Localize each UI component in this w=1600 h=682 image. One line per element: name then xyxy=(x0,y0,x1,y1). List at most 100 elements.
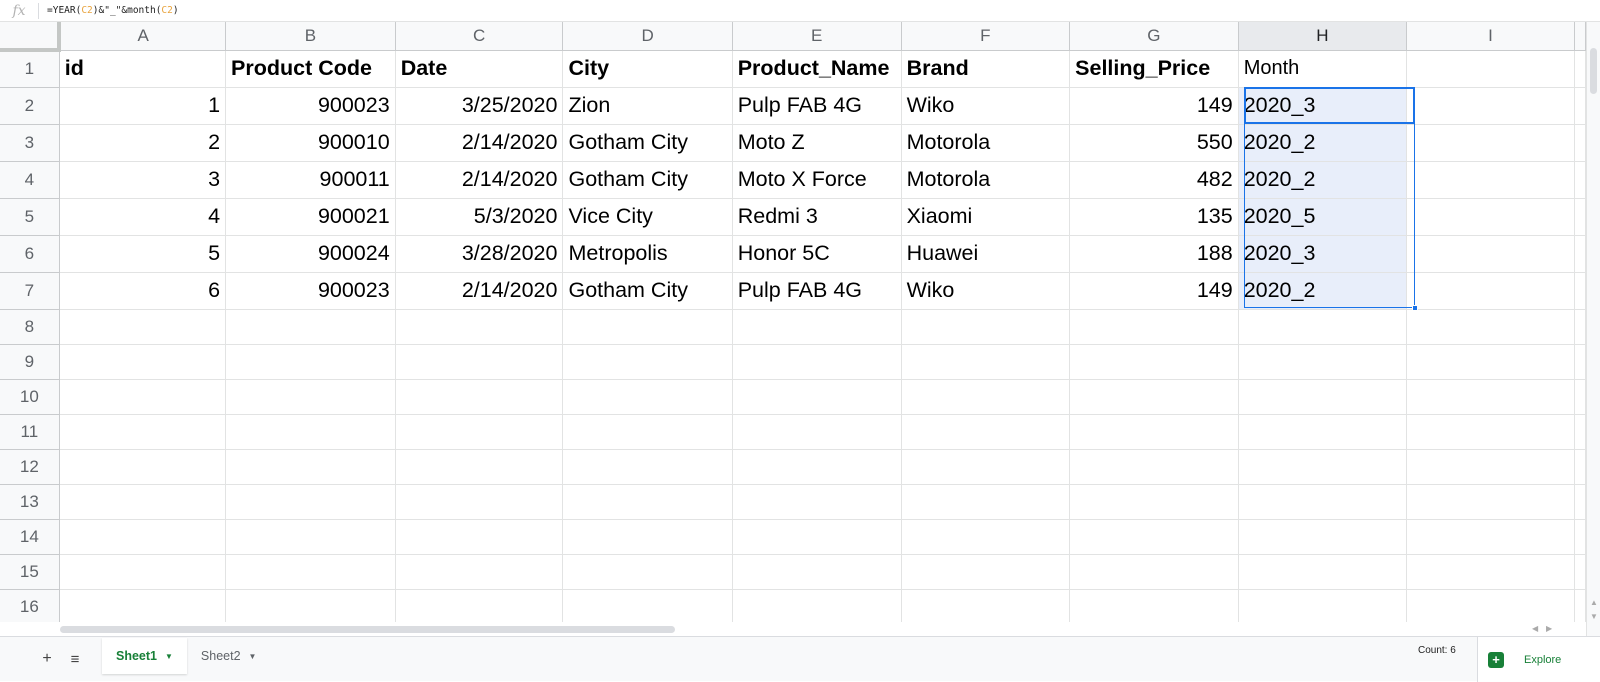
caret-down-icon[interactable]: ▼ xyxy=(165,652,173,661)
grid-cell[interactable] xyxy=(1069,309,1239,345)
row-header[interactable]: 11 xyxy=(0,414,60,450)
grid-cell[interactable] xyxy=(1574,309,1586,345)
grid-cell[interactable]: 550 xyxy=(1069,124,1239,162)
grid-cell[interactable] xyxy=(225,344,396,380)
grid-cell[interactable] xyxy=(59,449,227,485)
header-cell[interactable]: Selling_Price xyxy=(1069,50,1239,88)
grid-cell[interactable] xyxy=(1238,344,1408,380)
grid-cell[interactable] xyxy=(901,554,1071,590)
grid-cell[interactable]: 6 xyxy=(59,272,227,310)
grid-cell[interactable]: Motorola xyxy=(901,161,1071,199)
row-header[interactable]: 4 xyxy=(0,161,60,199)
grid-cell[interactable]: Pulp FAB 4G xyxy=(732,272,902,310)
grid-cell[interactable] xyxy=(1406,554,1575,590)
header-cell[interactable]: Brand xyxy=(901,50,1071,88)
grid-cell[interactable] xyxy=(1406,198,1575,236)
row-header[interactable]: 6 xyxy=(0,235,60,273)
grid-cell[interactable] xyxy=(59,589,227,625)
grid-cell[interactable]: Wiko xyxy=(901,87,1071,125)
grid-cell[interactable] xyxy=(562,589,733,625)
grid-cell[interactable] xyxy=(1238,589,1408,625)
column-header-d[interactable]: D xyxy=(562,22,733,51)
grid-cell[interactable]: 2020_5 xyxy=(1238,198,1408,236)
grid-cell[interactable] xyxy=(901,414,1071,450)
grid-cell[interactable] xyxy=(732,589,902,625)
grid-cell[interactable] xyxy=(732,484,902,520)
grid-cell[interactable] xyxy=(59,414,227,450)
grid-cell[interactable] xyxy=(1069,484,1239,520)
grid-cell[interactable] xyxy=(1574,50,1586,88)
add-sheet-button[interactable]: + xyxy=(32,650,62,668)
grid-cell[interactable] xyxy=(225,519,396,555)
grid-cell[interactable]: 188 xyxy=(1069,235,1239,273)
header-cell[interactable]: City xyxy=(562,50,733,88)
grid-cell[interactable] xyxy=(59,554,227,590)
grid-cell[interactable]: 1 xyxy=(59,87,227,125)
row-header[interactable]: 10 xyxy=(0,379,60,415)
grid-cell[interactable]: Zion xyxy=(562,87,733,125)
grid-cell[interactable] xyxy=(1406,235,1575,273)
grid-cell[interactable] xyxy=(1069,554,1239,590)
grid-cell[interactable] xyxy=(1406,124,1575,162)
grid-cell[interactable]: 900010 xyxy=(225,124,396,162)
grid-cell[interactable]: Moto X Force xyxy=(732,161,902,199)
grid-cell[interactable] xyxy=(225,309,396,345)
grid-cell[interactable] xyxy=(395,309,564,345)
grid-cell[interactable]: Gotham City xyxy=(562,161,733,199)
select-all-corner[interactable] xyxy=(0,22,62,52)
grid-cell[interactable] xyxy=(1406,484,1575,520)
grid-cell[interactable]: 3/25/2020 xyxy=(395,87,564,125)
grid-cell[interactable] xyxy=(562,309,733,345)
grid-cell[interactable] xyxy=(1238,484,1408,520)
grid-cell[interactable] xyxy=(225,449,396,485)
grid-cell[interactable]: 2/14/2020 xyxy=(395,272,564,310)
grid-cell[interactable] xyxy=(562,554,733,590)
vertical-scrollbar[interactable]: ▲ ▼ xyxy=(1586,22,1600,638)
row-header[interactable]: 8 xyxy=(0,309,60,345)
column-header-b[interactable]: B xyxy=(225,22,396,51)
formula-input[interactable]: =YEAR(C2)&"_"&month(C2) xyxy=(47,5,179,16)
grid-cell[interactable] xyxy=(225,554,396,590)
grid-cell[interactable]: Metropolis xyxy=(562,235,733,273)
grid-cell[interactable]: 2020_3 xyxy=(1238,87,1408,125)
grid-cell[interactable]: 5 xyxy=(59,235,227,273)
grid-cell[interactable] xyxy=(1574,484,1586,520)
row-header[interactable]: 1 xyxy=(0,50,60,88)
row-header[interactable]: 12 xyxy=(0,449,60,485)
grid-cell[interactable]: 2/14/2020 xyxy=(395,124,564,162)
column-header-f[interactable]: F xyxy=(901,22,1071,51)
grid-cell[interactable] xyxy=(395,449,564,485)
grid-cell[interactable] xyxy=(395,414,564,450)
column-header-c[interactable]: C xyxy=(395,22,564,51)
row-header[interactable]: 14 xyxy=(0,519,60,555)
grid-cell[interactable] xyxy=(732,414,902,450)
row-header[interactable]: 9 xyxy=(0,344,60,380)
grid-cell[interactable]: 149 xyxy=(1069,272,1239,310)
grid-cell[interactable] xyxy=(1574,589,1586,625)
grid-cell[interactable]: Xiaomi xyxy=(901,198,1071,236)
grid-cell[interactable]: 482 xyxy=(1069,161,1239,199)
grid-cell[interactable]: Wiko xyxy=(901,272,1071,310)
grid-cell[interactable] xyxy=(732,449,902,485)
grid-cell[interactable] xyxy=(395,484,564,520)
grid-cell[interactable]: Gotham City xyxy=(562,124,733,162)
grid-cell[interactable]: Gotham City xyxy=(562,272,733,310)
column-header-e[interactable]: E xyxy=(732,22,902,51)
grid-cell[interactable]: 5/3/2020 xyxy=(395,198,564,236)
grid-cell[interactable] xyxy=(395,589,564,625)
grid-cell[interactable] xyxy=(225,414,396,450)
header-cell[interactable]: id xyxy=(59,50,227,88)
grid-cell[interactable] xyxy=(1069,449,1239,485)
grid-cell[interactable] xyxy=(732,554,902,590)
grid-cell[interactable] xyxy=(901,379,1071,415)
grid-cell[interactable] xyxy=(1406,309,1575,345)
grid-cell[interactable]: Redmi 3 xyxy=(732,198,902,236)
grid-cell[interactable] xyxy=(901,309,1071,345)
column-header-h[interactable]: H xyxy=(1238,22,1408,51)
grid-cell[interactable] xyxy=(1574,124,1586,162)
grid-cell[interactable] xyxy=(1238,519,1408,555)
vertical-scroll-thumb[interactable] xyxy=(1590,48,1597,94)
status-count[interactable]: Count: 6 xyxy=(1418,645,1456,656)
grid-cell[interactable] xyxy=(732,309,902,345)
grid-cell[interactable] xyxy=(1406,519,1575,555)
